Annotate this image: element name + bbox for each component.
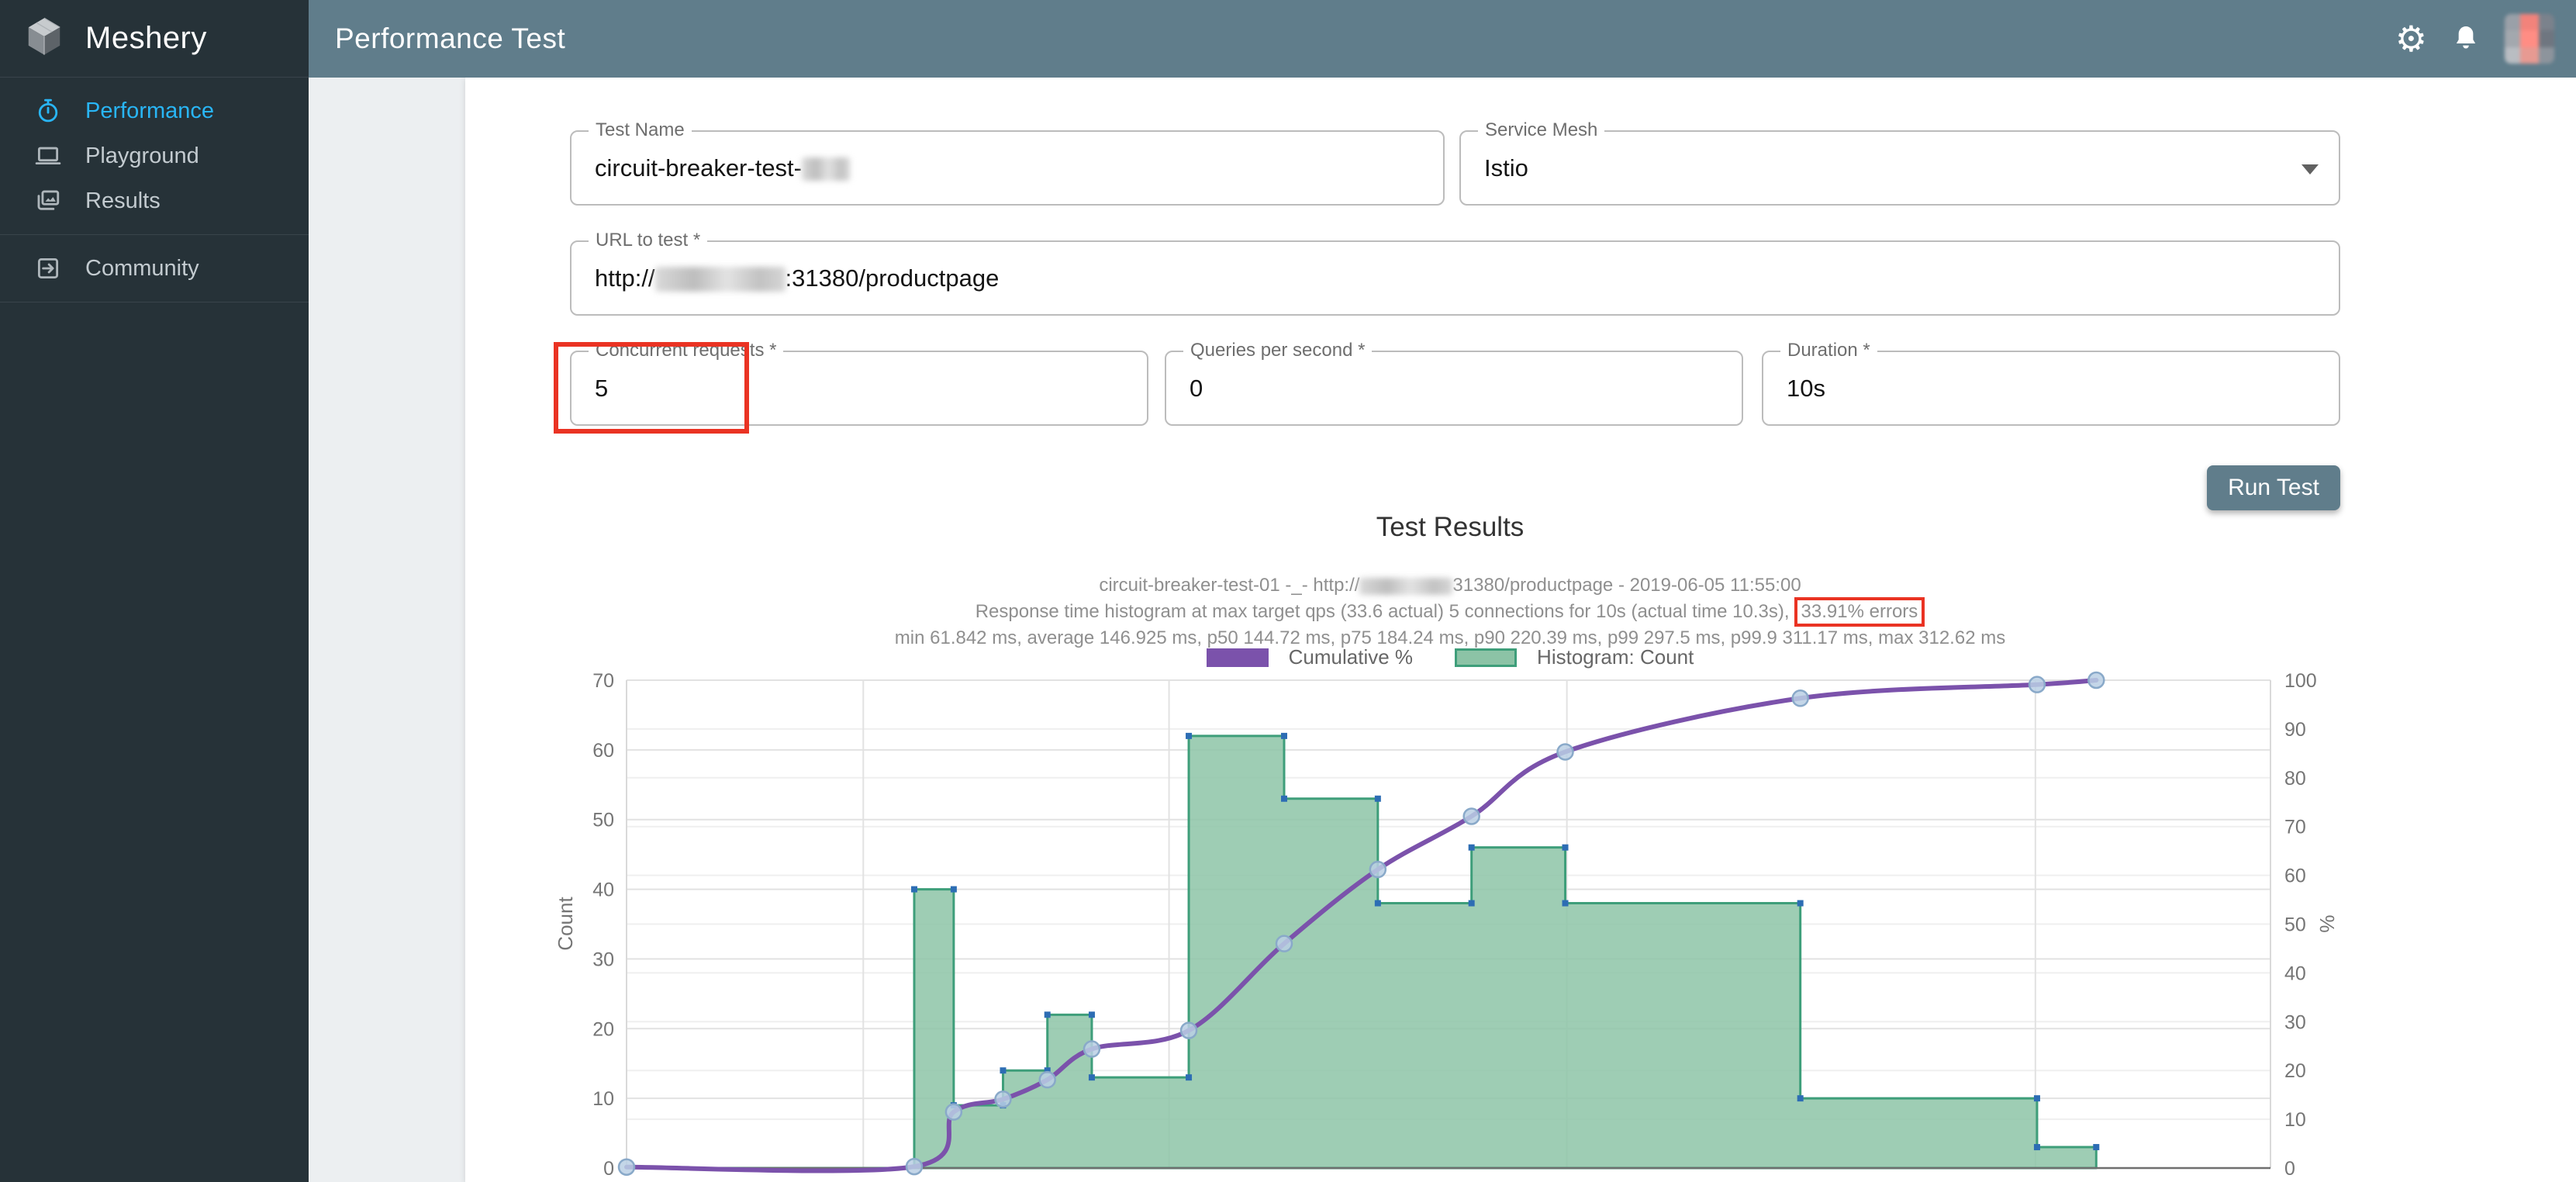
results-title: Test Results: [496, 512, 2404, 543]
brand[interactable]: Meshery: [0, 0, 309, 78]
url-label: URL to test *: [589, 230, 707, 251]
svg-text:30: 30: [2284, 1011, 2306, 1033]
duration-field[interactable]: Duration * 10s: [1762, 351, 2340, 426]
svg-text:40: 40: [592, 880, 614, 901]
url-suffix: :31380/productpage: [786, 264, 1000, 292]
svg-text:10: 10: [592, 1088, 614, 1110]
sidebar-item-playground[interactable]: Playground: [0, 133, 309, 178]
sidebar-item-label: Performance: [85, 98, 214, 124]
results-line1: circuit-breaker-test-01 -_- http://31380…: [496, 574, 2404, 597]
svg-text:50: 50: [592, 810, 614, 831]
svg-text:90: 90: [2284, 719, 2306, 741]
qps-field[interactable]: Queries per second * 0: [1165, 351, 1743, 426]
annotation-box-concurrent-requests: [554, 342, 749, 434]
svg-text:Count: Count: [554, 897, 577, 951]
exit-to-app-icon: [34, 254, 62, 282]
svg-text:40: 40: [2284, 963, 2306, 984]
svg-text:0: 0: [603, 1158, 614, 1180]
results-chart-svg: 0 10 20 30 40 50 60 70 0 10 20 30 40 50 60 70 80 90 100 Cou…: [527, 665, 2404, 1182]
meshery-app: Meshery Performance Playground: [0, 0, 2576, 1182]
qps-label: Queries per second *: [1183, 340, 1372, 361]
sidebar-item-label: Community: [85, 256, 199, 282]
sidebar-item-performance[interactable]: Performance: [0, 88, 309, 133]
svg-text:70: 70: [2284, 817, 2306, 838]
svg-text:10: 10: [2284, 1109, 2306, 1131]
url-field[interactable]: URL to test * http://:31380/productpage: [570, 240, 2340, 316]
svg-text:70: 70: [592, 670, 614, 692]
timer-icon: [34, 97, 62, 125]
meshery-logo-icon: [23, 16, 65, 61]
duration-label: Duration *: [1780, 340, 1877, 361]
svg-text:%: %: [2315, 914, 2339, 932]
results-line2: Response time histogram at max target qp…: [496, 597, 2404, 627]
redacted-text: [655, 267, 786, 292]
legend-swatch-histogram: [1455, 648, 1517, 667]
svg-text:50: 50: [2284, 914, 2306, 936]
sidebar-item-label: Results: [85, 188, 161, 214]
notifications-bell-icon[interactable]: [2450, 23, 2481, 54]
sidebar-divider: [0, 234, 309, 235]
brand-name: Meshery: [85, 21, 207, 56]
service-mesh-select[interactable]: Service Mesh Istio: [1459, 130, 2340, 206]
chevron-down-icon: [2301, 164, 2319, 175]
laptop-icon: [34, 142, 62, 170]
photo-library-icon: [34, 187, 62, 215]
svg-text:80: 80: [2284, 768, 2306, 790]
svg-text:30: 30: [592, 949, 614, 970]
svg-text:0: 0: [2284, 1158, 2295, 1180]
sidebar-item-results[interactable]: Results: [0, 178, 309, 223]
page-title: Performance Test: [309, 22, 565, 55]
sidebar: Meshery Performance Playground: [0, 0, 309, 1182]
svg-text:60: 60: [592, 740, 614, 762]
svg-text:20: 20: [592, 1018, 614, 1040]
app-header: Performance Test ⚙: [309, 0, 2576, 78]
results-summary: circuit-breaker-test-01 -_- http://31380…: [496, 574, 2404, 650]
svg-text:60: 60: [2284, 866, 2306, 887]
user-avatar[interactable]: [2505, 14, 2554, 64]
service-mesh-label: Service Mesh: [1478, 119, 1604, 141]
legend-swatch-cumulative: [1207, 648, 1269, 667]
redacted-text: [802, 157, 850, 181]
annotation-box-errors: 33.91% errors: [1794, 597, 1925, 627]
test-results-section: Test Results circuit-breaker-test-01 -_-…: [496, 512, 2404, 650]
test-name-value: circuit-breaker-test-: [595, 154, 802, 181]
test-name-field[interactable]: Test Name circuit-breaker-test-: [570, 130, 1445, 206]
url-prefix: http://: [595, 264, 655, 292]
sidebar-item-community[interactable]: Community: [0, 246, 309, 291]
sidebar-item-label: Playground: [85, 143, 199, 169]
duration-value: 10s: [1787, 375, 1825, 403]
redacted-text: [1359, 578, 1452, 595]
results-chart: 0 10 20 30 40 50 60 70 0 10 20 30 40 50 60 70 80 90 100 Cou…: [527, 665, 2404, 1182]
settings-gear-icon[interactable]: ⚙: [2395, 21, 2427, 57]
test-name-label: Test Name: [589, 119, 692, 141]
run-test-button[interactable]: Run Test: [2207, 465, 2340, 510]
svg-text:100: 100: [2284, 670, 2317, 692]
svg-text:20: 20: [2284, 1060, 2306, 1082]
qps-value: 0: [1190, 375, 1203, 403]
service-mesh-value: Istio: [1484, 154, 1528, 182]
